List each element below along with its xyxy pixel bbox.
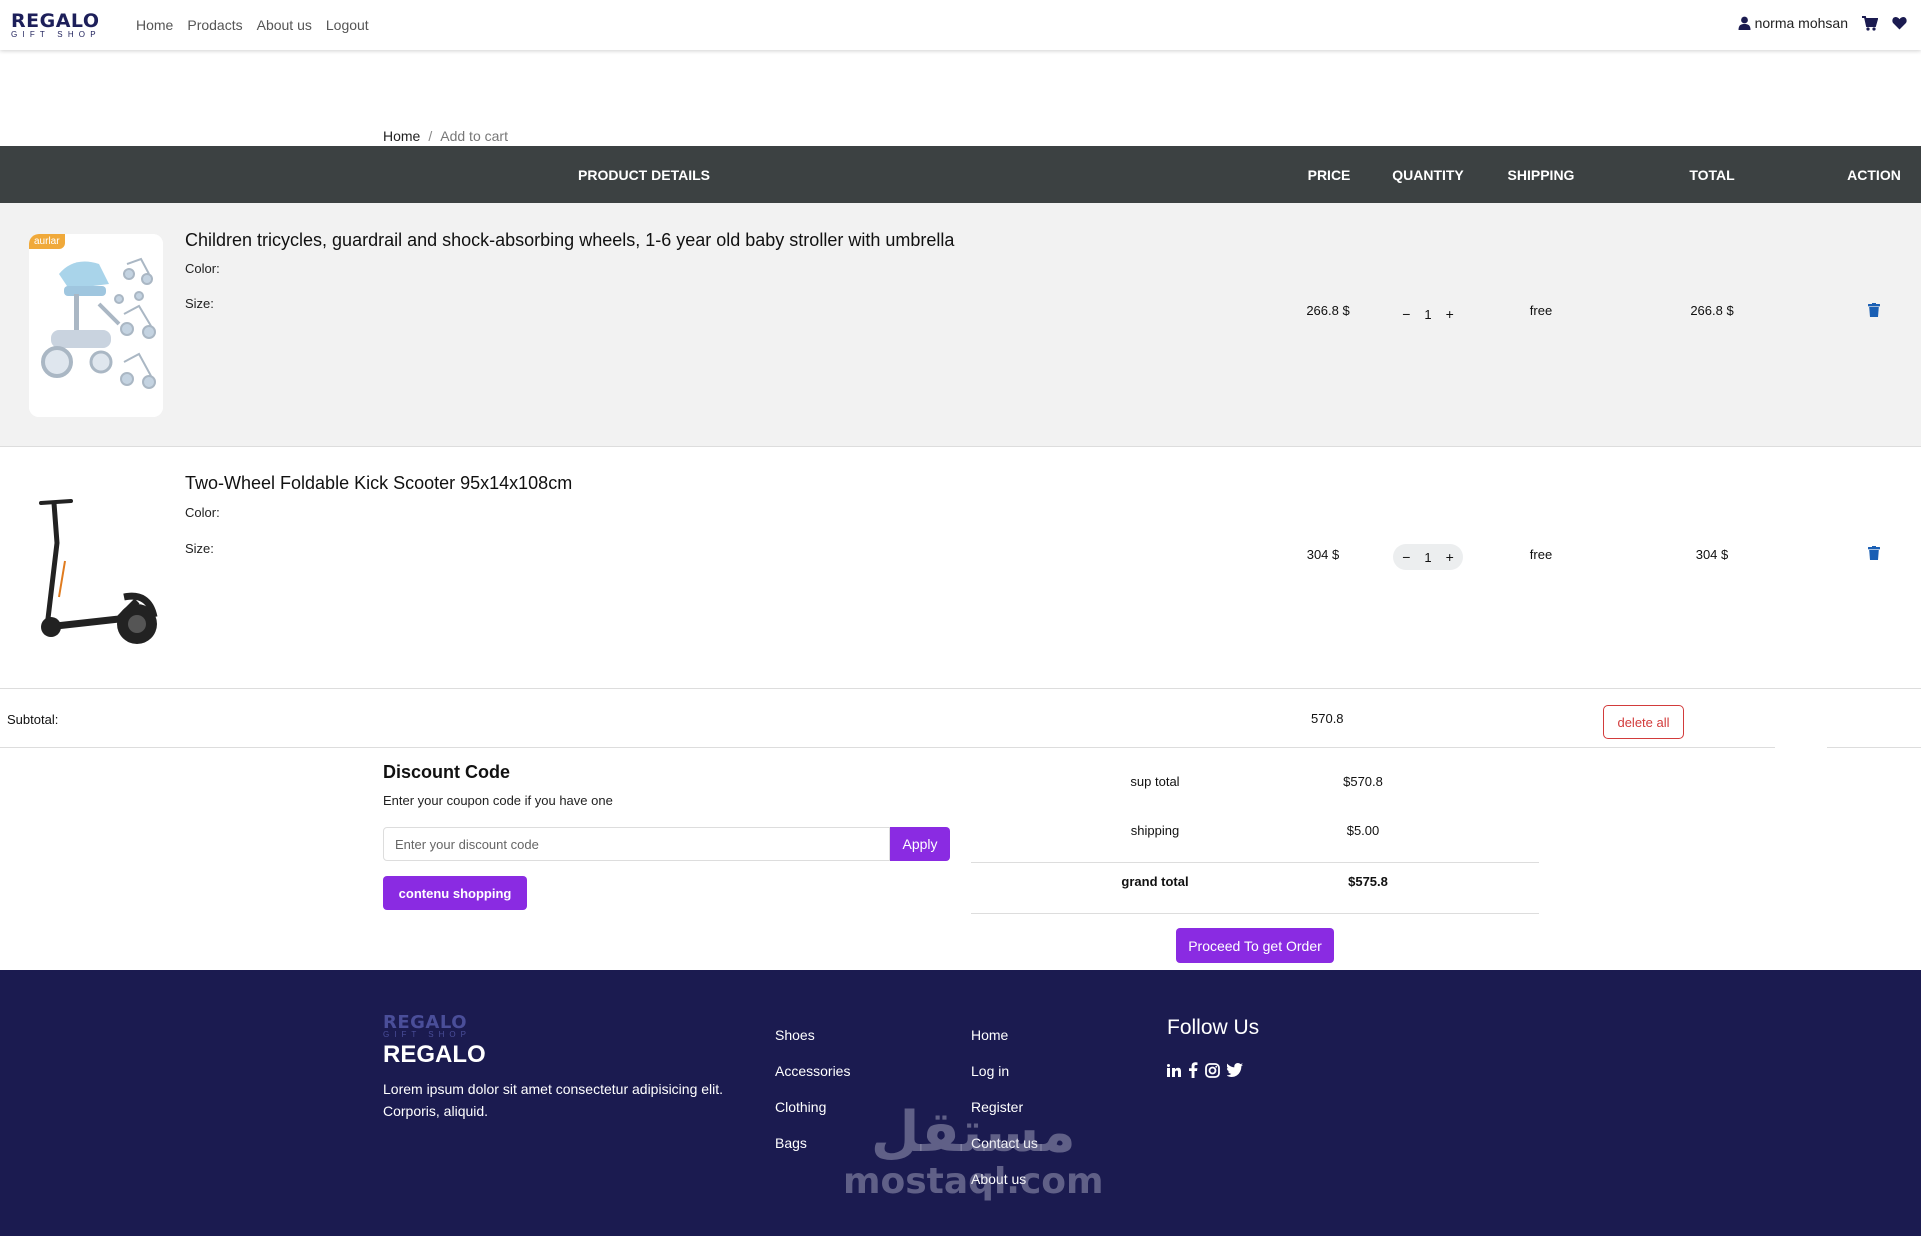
product-shipping: free <box>1529 547 1553 562</box>
summary-grand-total-label: grand total <box>1121 874 1189 889</box>
header-shipping: SHIPPING <box>1507 167 1575 183</box>
quantity-stepper: − 1 + <box>1393 544 1463 570</box>
facebook-icon[interactable] <box>1188 1062 1198 1078</box>
nav-link-products[interactable]: Prodacts <box>187 17 242 33</box>
footer-logo-main: REGALO <box>383 1012 467 1033</box>
qty-plus-button[interactable]: + <box>1446 306 1454 322</box>
product-color-label: Color: <box>185 261 220 276</box>
qty-minus-button[interactable]: − <box>1402 549 1410 565</box>
delete-all-button[interactable]: delete all <box>1603 705 1684 739</box>
footer-brand: REGALO <box>383 1041 486 1068</box>
header-total: TOTAL <box>1689 167 1735 183</box>
user-menu[interactable]: norma mohsan <box>1738 15 1848 31</box>
watermark: مستقل mostaql.com <box>843 1103 1104 1201</box>
nav-link-home[interactable]: Home <box>136 17 173 33</box>
footer-link-home[interactable]: Home <box>971 1025 1038 1045</box>
apply-button[interactable]: Apply <box>890 827 950 861</box>
product-badge: aurlar <box>29 234 65 249</box>
trash-icon[interactable] <box>1868 303 1880 317</box>
header-quantity: QUANTITY <box>1392 167 1464 183</box>
tricycle-image <box>29 234 163 417</box>
qty-plus-button[interactable]: + <box>1446 549 1454 565</box>
nav-link-logout[interactable]: Logout <box>326 17 369 33</box>
user-name: norma mohsan <box>1754 15 1848 31</box>
follow-us-title: Follow Us <box>1167 1016 1260 1039</box>
table-row: Two-Wheel Foldable Kick Scooter 95x14x10… <box>0 447 1921 689</box>
footer-link-login[interactable]: Log in <box>971 1061 1038 1081</box>
breadcrumb: Home / Add to cart <box>383 128 508 144</box>
continue-shopping-button[interactable]: contenu shopping <box>383 876 527 910</box>
product-price: 266.8 $ <box>1306 303 1350 318</box>
nav-link-about[interactable]: About us <box>257 17 312 33</box>
divider <box>0 747 1775 748</box>
discount-section: Discount Code Enter your coupon code if … <box>383 762 950 910</box>
watermark-arabic: مستقل <box>870 1100 1076 1165</box>
product-size-label: Size: <box>185 296 214 311</box>
product-name[interactable]: Children tricycles, guardrail and shock-… <box>185 230 954 251</box>
trash-icon[interactable] <box>1868 546 1880 560</box>
summary-shipping-label: shipping <box>1130 823 1180 838</box>
product-total: 266.8 $ <box>1690 303 1734 318</box>
nav-right: norma mohsan <box>1738 15 1907 31</box>
cart-table-header: PRODUCT DETAILS PRICE QUANTITY SHIPPING … <box>0 146 1921 203</box>
breadcrumb-separator: / <box>428 128 433 144</box>
logo-sub-text: GIFT SHOP <box>11 30 101 39</box>
footer-link-clothing[interactable]: Clothing <box>775 1097 850 1117</box>
breadcrumb-home[interactable]: Home <box>383 128 420 144</box>
product-image-scooter[interactable] <box>29 477 163 660</box>
navbar: REGALO GIFT SHOP Home Prodacts About us … <box>0 0 1921 50</box>
product-price: 304 $ <box>1306 547 1340 562</box>
logo[interactable]: REGALO GIFT SHOP <box>11 10 101 40</box>
subtotal-label: Subtotal: <box>7 712 59 727</box>
subtotal-row: Subtotal: 570.8 delete all <box>0 689 1921 748</box>
footer-logo-sub: GIFT SHOP <box>383 1030 471 1039</box>
social-links <box>1167 1062 1243 1078</box>
footer-categories: Shoes Accessories Clothing Bags <box>775 1025 850 1153</box>
footer-link-shoes[interactable]: Shoes <box>775 1025 850 1045</box>
header-product-details: PRODUCT DETAILS <box>578 167 710 183</box>
product-color-label: Color: <box>185 505 220 520</box>
summary-subtotal-value: $570.8 <box>1343 774 1383 789</box>
divider <box>1827 747 1921 748</box>
proceed-order-button[interactable]: Proceed To get Order <box>1176 928 1334 963</box>
scooter-image <box>39 499 158 644</box>
summary-subtotal-label: sup total <box>1130 774 1180 789</box>
header-price: PRICE <box>1307 167 1351 183</box>
breadcrumb-current: Add to cart <box>440 128 508 144</box>
discount-input-group: Apply <box>383 827 950 861</box>
twitter-icon[interactable] <box>1227 1063 1243 1077</box>
discount-code-input[interactable] <box>383 827 890 861</box>
divider <box>971 862 1539 863</box>
heart-icon[interactable] <box>1892 16 1907 30</box>
product-total: 304 $ <box>1695 547 1729 562</box>
summary-grand-total-value: $575.8 <box>1348 874 1388 889</box>
footer-link-bags[interactable]: Bags <box>775 1133 850 1153</box>
product-name[interactable]: Two-Wheel Foldable Kick Scooter 95x14x10… <box>185 473 572 494</box>
divider <box>971 913 1539 914</box>
qty-value: 1 <box>1424 549 1432 565</box>
linkedin-icon[interactable] <box>1167 1063 1181 1077</box>
discount-title: Discount Code <box>383 762 511 782</box>
nav-links: Home Prodacts About us Logout <box>136 17 369 33</box>
cart-icon[interactable] <box>1862 15 1878 31</box>
header-action: ACTION <box>1847 167 1901 183</box>
qty-value: 1 <box>1424 306 1432 322</box>
quantity-stepper: − 1 + <box>1393 301 1463 327</box>
logo-main-text: REGALO <box>11 10 100 32</box>
qty-minus-button[interactable]: − <box>1402 306 1410 322</box>
footer-link-accessories[interactable]: Accessories <box>775 1061 850 1081</box>
table-row: aurlar Children tricycles, guardrail and… <box>0 203 1921 447</box>
footer: REGALO GIFT SHOP REGALO Lorem ipsum dolo… <box>0 970 1921 1236</box>
instagram-icon[interactable] <box>1205 1062 1220 1078</box>
subtotal-value: 570.8 <box>1311 711 1344 726</box>
footer-description: Lorem ipsum dolor sit amet consectetur a… <box>383 1081 724 1119</box>
product-shipping: free <box>1529 303 1553 318</box>
user-icon <box>1738 16 1751 30</box>
discount-subtitle: Enter your coupon code if you have one <box>383 793 613 808</box>
product-size-label: Size: <box>185 541 214 556</box>
footer-logo: REGALO GIFT SHOP <box>383 1014 471 1039</box>
product-image-tricycle[interactable]: aurlar <box>29 234 163 417</box>
watermark-latin: mostaql.com <box>843 1161 1104 1202</box>
summary-shipping-value: $5.00 <box>1346 823 1380 838</box>
